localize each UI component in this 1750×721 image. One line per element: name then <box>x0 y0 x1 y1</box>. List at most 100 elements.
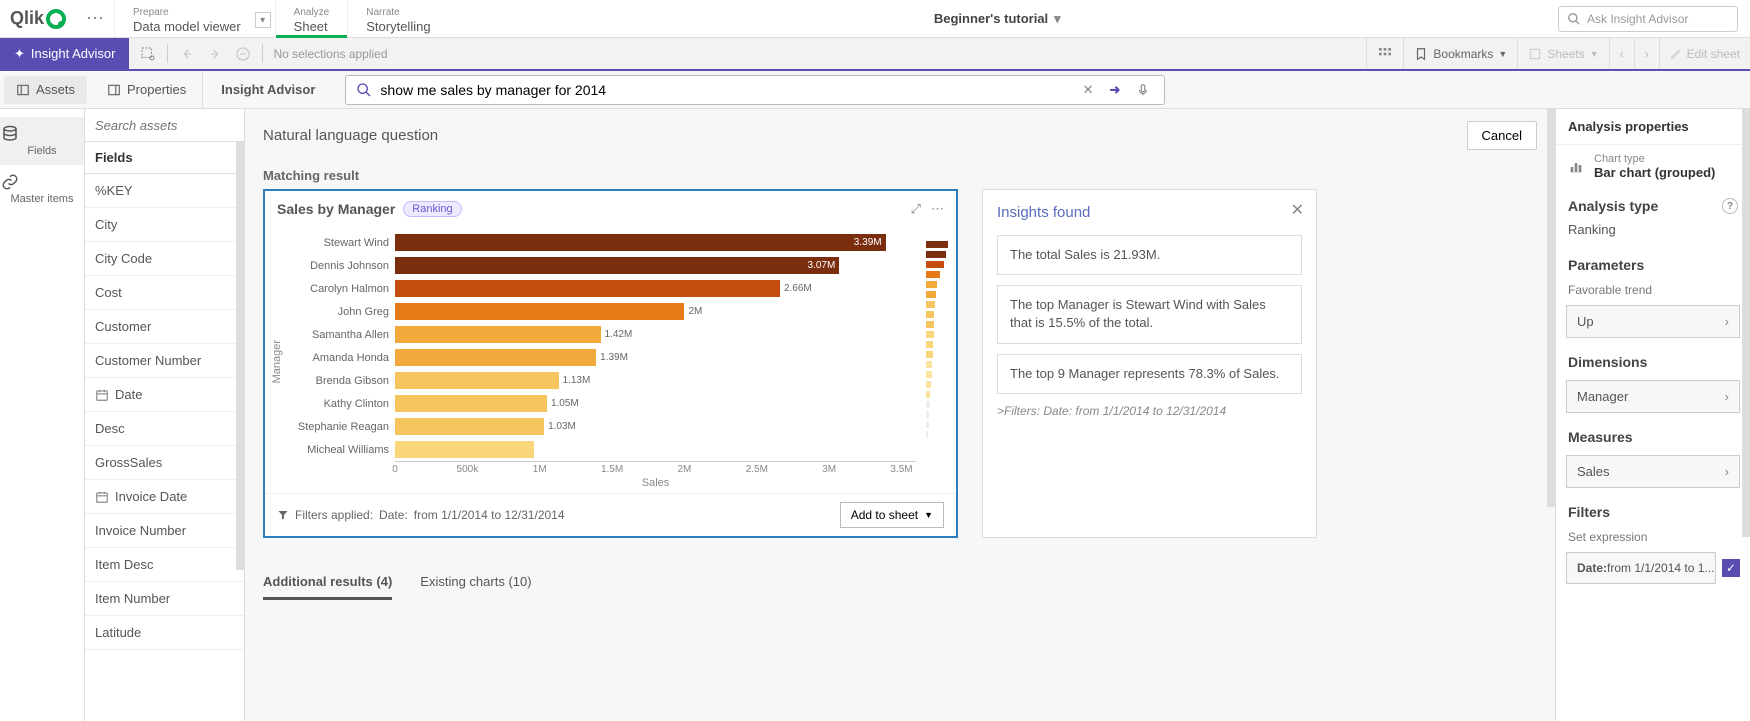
favorable-trend-select[interactable]: Up › <box>1566 305 1740 338</box>
field-item[interactable]: City Code <box>85 242 244 276</box>
insight-item: The top Manager is Stewart Wind with Sal… <box>997 285 1302 343</box>
dimension-select[interactable]: Manager › <box>1566 380 1740 413</box>
field-item[interactable]: %KEY <box>85 174 244 208</box>
sheets-button[interactable]: Sheets ▼ <box>1517 38 1608 69</box>
chart-minimap[interactable] <box>922 231 952 493</box>
tab-prepare[interactable]: Prepare Data model viewer ▾ <box>114 0 275 37</box>
field-item[interactable]: Desc <box>85 412 244 446</box>
tab-analyze[interactable]: Analyze Sheet <box>275 0 348 37</box>
search-icon <box>1567 12 1581 26</box>
grid-icon <box>1377 46 1393 62</box>
step-forward-icon[interactable] <box>206 45 224 63</box>
assets-rail: Fields Master items <box>0 109 85 721</box>
more-icon[interactable]: ⋯ <box>931 201 944 217</box>
search-icon <box>356 82 372 98</box>
chevron-down-icon[interactable]: ▾ <box>255 12 271 28</box>
panel-left-icon <box>16 83 30 97</box>
field-item[interactable]: Cost <box>85 276 244 310</box>
submit-arrow-icon[interactable]: ➜ <box>1106 82 1125 98</box>
chart-tag: Ranking <box>403 201 461 217</box>
tab-existing-charts[interactable]: Existing charts (10) <box>420 566 531 600</box>
nlq-search-box: ✕ ➜ <box>345 75 1165 105</box>
link-icon <box>0 173 84 191</box>
result-tabs: Additional results (4) Existing charts (… <box>245 556 1555 600</box>
chevron-down-icon: ▾ <box>1054 11 1061 27</box>
close-icon[interactable]: ✕ <box>1291 200 1304 220</box>
bar-row[interactable]: Stephanie Reagan1.03M <box>285 415 916 438</box>
add-to-sheet-button[interactable]: Add to sheet ▼ <box>840 502 944 528</box>
sheets-icon <box>1528 47 1542 61</box>
filter-checkbox[interactable]: ✓ <box>1722 559 1740 577</box>
nlq-input[interactable] <box>380 82 1070 98</box>
selections-tool-button[interactable] <box>1366 38 1403 69</box>
bar-row[interactable]: Stewart Wind3.39M <box>285 231 916 254</box>
database-icon <box>0 125 84 143</box>
filters-label: Filters <box>1556 494 1750 524</box>
more-menu-icon[interactable]: ⋯ <box>76 8 114 29</box>
bar-row[interactable]: Samantha Allen1.42M <box>285 323 916 346</box>
sparkle-icon: ✦ <box>14 46 25 62</box>
global-search[interactable]: Ask Insight Advisor <box>1558 6 1738 32</box>
field-item[interactable]: Date <box>85 378 244 412</box>
help-icon[interactable]: ? <box>1722 198 1738 214</box>
measure-select[interactable]: Sales › <box>1566 455 1740 488</box>
field-item[interactable]: Latitude <box>85 616 244 650</box>
analysis-type-value: Ranking <box>1556 218 1750 247</box>
bar-row[interactable]: Brenda Gibson1.13M <box>285 369 916 392</box>
field-item[interactable]: Customer Number <box>85 344 244 378</box>
x-axis-label: Sales <box>395 475 916 493</box>
bar-row[interactable]: Dennis Johnson3.07M <box>285 254 916 277</box>
rail-master-items[interactable]: Master items <box>0 165 84 213</box>
field-item[interactable]: Customer <box>85 310 244 344</box>
prev-sheet-button[interactable]: ‹ <box>1609 38 1634 69</box>
chart-title: Sales by Manager <box>277 201 395 217</box>
nlq-heading: Natural language question <box>263 127 438 144</box>
field-item[interactable]: Invoice Number <box>85 514 244 548</box>
main-content: Natural language question Cancel Matchin… <box>245 109 1555 721</box>
tab-narrate[interactable]: Narrate Storytelling <box>347 0 448 37</box>
bookmarks-button[interactable]: Bookmarks ▼ <box>1403 38 1517 69</box>
next-sheet-button[interactable]: › <box>1634 38 1659 69</box>
bar-row[interactable]: Carolyn Halmon2.66M <box>285 277 916 300</box>
field-item[interactable]: Invoice Date <box>85 480 244 514</box>
logo-text: Qlik <box>10 8 44 29</box>
chevron-right-icon: › <box>1725 464 1729 479</box>
matching-result-label: Matching result <box>245 162 1555 189</box>
cancel-button[interactable]: Cancel <box>1467 121 1537 150</box>
assets-search-input[interactable] <box>85 109 244 141</box>
insight-advisor-button[interactable]: ✦ Insight Advisor <box>0 38 129 69</box>
clear-icon[interactable]: ✕ <box>1079 82 1098 98</box>
clear-selections-icon[interactable] <box>234 45 252 63</box>
field-item[interactable]: City <box>85 208 244 242</box>
filters-value: from 1/1/2014 to 12/31/2014 <box>414 508 565 522</box>
expand-icon[interactable]: ⤢ <box>911 201 921 217</box>
rail-fields[interactable]: Fields <box>0 117 84 165</box>
assets-button[interactable]: Assets <box>4 76 87 104</box>
microphone-icon[interactable] <box>1132 82 1154 98</box>
bar-row[interactable]: Kathy Clinton1.05M <box>285 392 916 415</box>
analysis-type-label: Analysis type <box>1568 198 1658 214</box>
scrollbar[interactable] <box>1742 109 1750 537</box>
bar-row[interactable]: Micheal Williams <box>285 438 916 461</box>
field-item[interactable]: Item Desc <box>85 548 244 582</box>
bar-row[interactable]: John Greg2M <box>285 300 916 323</box>
filters-field: Date: <box>379 508 408 522</box>
properties-button[interactable]: Properties <box>95 76 198 104</box>
smart-select-icon[interactable] <box>139 45 157 63</box>
mode-tabs: Prepare Data model viewer ▾ Analyze Shee… <box>114 0 449 37</box>
filter-select[interactable]: Date: from 1/1/2014 to 1... › <box>1566 552 1716 584</box>
app-title[interactable]: Beginner's tutorial ▾ <box>449 11 1546 27</box>
scrollbar[interactable] <box>1547 109 1555 507</box>
edit-sheet-button[interactable]: Edit sheet <box>1659 38 1750 69</box>
tab-additional-results[interactable]: Additional results (4) <box>263 566 392 600</box>
chevron-right-icon: › <box>1645 47 1649 61</box>
field-item[interactable]: GrossSales <box>85 446 244 480</box>
field-item[interactable]: Item Number <box>85 582 244 616</box>
chart-type-label: Chart type <box>1594 153 1715 165</box>
scrollbar[interactable] <box>236 142 244 570</box>
secondary-toolbar: Assets Properties Insight Advisor ✕ ➜ <box>0 71 1750 109</box>
step-back-icon[interactable] <box>178 45 196 63</box>
bar-row[interactable]: Amanda Honda1.39M <box>285 346 916 369</box>
calendar-icon <box>95 388 109 402</box>
favorable-trend-label: Favorable trend <box>1556 277 1750 299</box>
